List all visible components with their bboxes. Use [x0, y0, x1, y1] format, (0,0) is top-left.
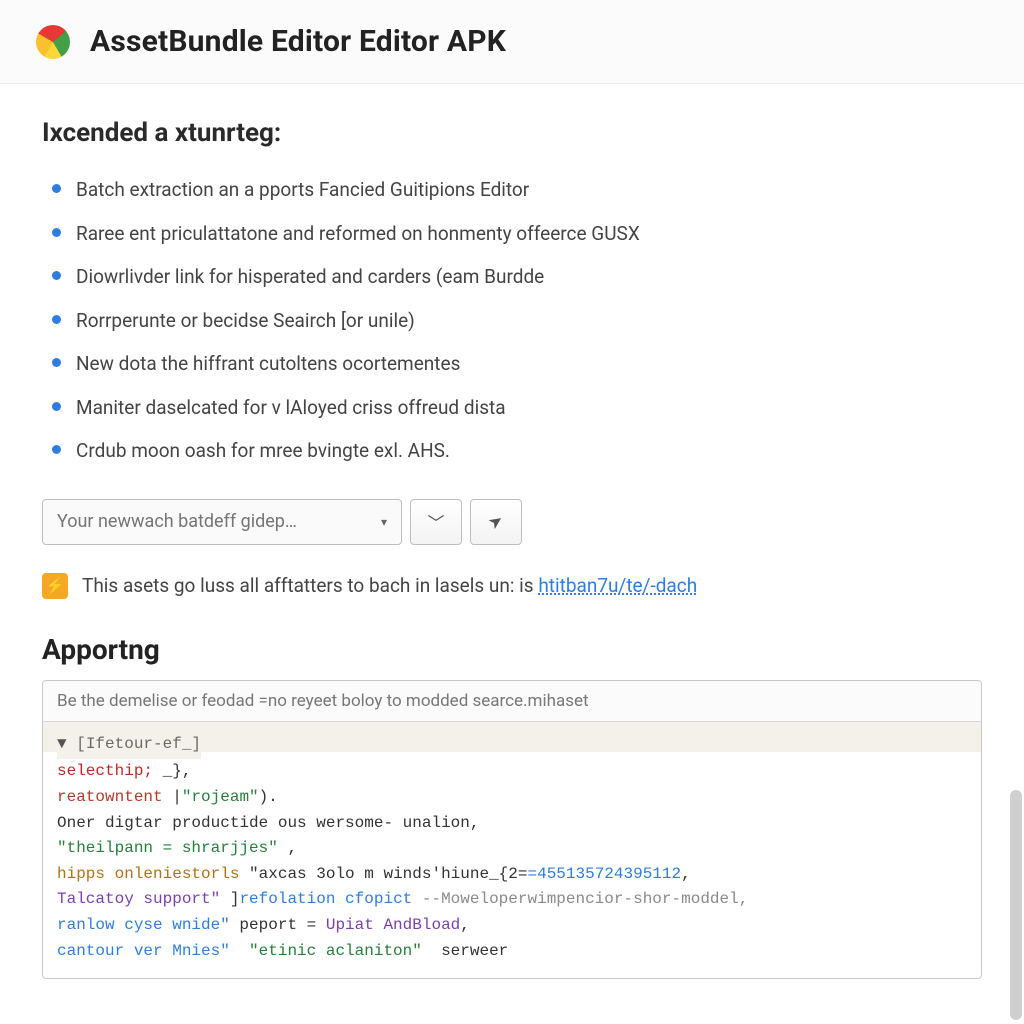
- code-token: =455135724395112: [527, 865, 681, 883]
- info-callout: ⚡ This asets go luss all afftatters to b…: [42, 565, 982, 607]
- list-item: Diowrlivder link for hisperated and card…: [48, 255, 982, 299]
- bolt-icon: ⚡: [42, 573, 68, 599]
- caret-down-icon: ▾: [381, 515, 387, 529]
- code-token: ranlow cyse wnide": [57, 916, 230, 934]
- apporting-heading: Apportng: [42, 633, 982, 666]
- code-panel: Be the demelise or feodad =no reyeet bol…: [42, 680, 982, 979]
- code-token: "etinic aclaniton": [249, 942, 422, 960]
- code-token: |: [163, 788, 182, 806]
- code-token: refolation cfopict: [239, 890, 412, 908]
- cursor-button[interactable]: ➤: [470, 499, 522, 545]
- code-token: ).: [259, 788, 278, 806]
- callout-link[interactable]: htitban7u/te/-dach: [538, 574, 697, 597]
- header-bar: AssetBundle Editor Editor APK: [0, 0, 1024, 84]
- code-token: serweer: [422, 942, 508, 960]
- main-content: Ixcended a xtunrteg: Batch extraction an…: [0, 84, 1024, 979]
- code-token: ,: [460, 916, 470, 934]
- code-token: ]: [220, 890, 239, 908]
- code-body[interactable]: ▼ [Ifetour-ef_] selecthip; _}, reatownte…: [43, 722, 981, 978]
- code-token: peport =: [230, 916, 326, 934]
- list-item: Maniter daselcated for v lAloyed criss o…: [48, 386, 982, 430]
- scrollbar-thumb[interactable]: [1010, 790, 1022, 1020]
- code-token: selecthip;: [57, 762, 153, 780]
- code-token: --Moweloperwimpencior-shor-moddel,: [412, 890, 748, 908]
- code-token: "axcas 3olo m winds'hiune_{2=: [239, 865, 527, 883]
- features-heading: Ixcended a xtunrteg:: [42, 118, 982, 148]
- list-item: New dota the hiffrant cutoltens ocorteme…: [48, 342, 982, 386]
- code-token: [Ifetour-ef_]: [67, 735, 201, 753]
- page-title: AssetBundle Editor Editor APK: [90, 24, 506, 59]
- code-token: reatowntent: [57, 788, 163, 806]
- code-token: ,: [681, 865, 691, 883]
- feature-list: Batch extraction an a pports Fancied Gui…: [42, 168, 982, 473]
- code-token: Talcatoy support": [57, 890, 220, 908]
- collapse-triangle-icon[interactable]: ▼: [57, 735, 67, 753]
- expand-button[interactable]: ﹀: [410, 499, 462, 545]
- code-token: hipps: [57, 865, 115, 883]
- list-item: Crdub moon oash for mree bvingte exl. AH…: [48, 429, 982, 473]
- code-token: ,: [278, 839, 297, 857]
- code-token: Oner digtar productide ous wersome- unal…: [57, 814, 479, 832]
- cursor-icon: ➤: [484, 510, 507, 535]
- code-token: _},: [153, 762, 191, 780]
- callout-text-before: This asets go luss all afftatters to bac…: [82, 574, 538, 597]
- dropdown-label: Your newwach batdeff gidep…: [57, 511, 297, 532]
- chevron-down-icon: ﹀: [428, 509, 445, 534]
- batch-dropdown[interactable]: Your newwach batdeff gidep… ▾: [42, 499, 402, 545]
- list-item: Batch extraction an a pports Fancied Gui…: [48, 168, 982, 212]
- code-token: cantour ver Mnies": [57, 942, 249, 960]
- app-logo-icon: [36, 25, 70, 59]
- toolbar: Your newwach batdeff gidep… ▾ ﹀ ➤: [42, 499, 982, 545]
- code-token: onleniestorls: [115, 865, 240, 883]
- callout-text: This asets go luss all afftatters to bac…: [82, 574, 697, 597]
- code-panel-header: Be the demelise or feodad =no reyeet bol…: [43, 681, 981, 722]
- list-item: Rorrperunte or becidse Seairch [or unile…: [48, 299, 982, 343]
- code-token: Upiat AndBload: [326, 916, 460, 934]
- code-token: "theilpann = shrarjjes": [57, 839, 278, 857]
- code-token: "rojeam": [182, 788, 259, 806]
- list-item: Raree ent priculattatone and reformed on…: [48, 212, 982, 256]
